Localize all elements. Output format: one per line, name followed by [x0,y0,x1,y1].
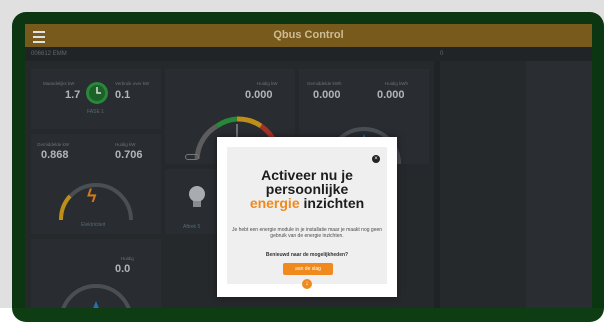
close-icon[interactable]: × [372,155,380,163]
modal-content: × Activeer nu je persoonlijke energie in… [227,147,387,284]
arrow-down-icon[interactable]: ↓ [302,279,312,289]
modal-title-line3: energie inzichten [227,196,387,211]
modal-question: Benieuwd naar de mogelijkheden? [265,252,349,258]
energy-insights-modal: × Activeer nu je persoonlijke energie in… [217,137,397,297]
modal-body: Je hebt een energie module in je install… [231,227,383,239]
modal-title-rest: inzichten [299,195,365,211]
start-button[interactable]: aan de slag [283,263,333,275]
modal-title-highlight: energie [249,195,300,211]
